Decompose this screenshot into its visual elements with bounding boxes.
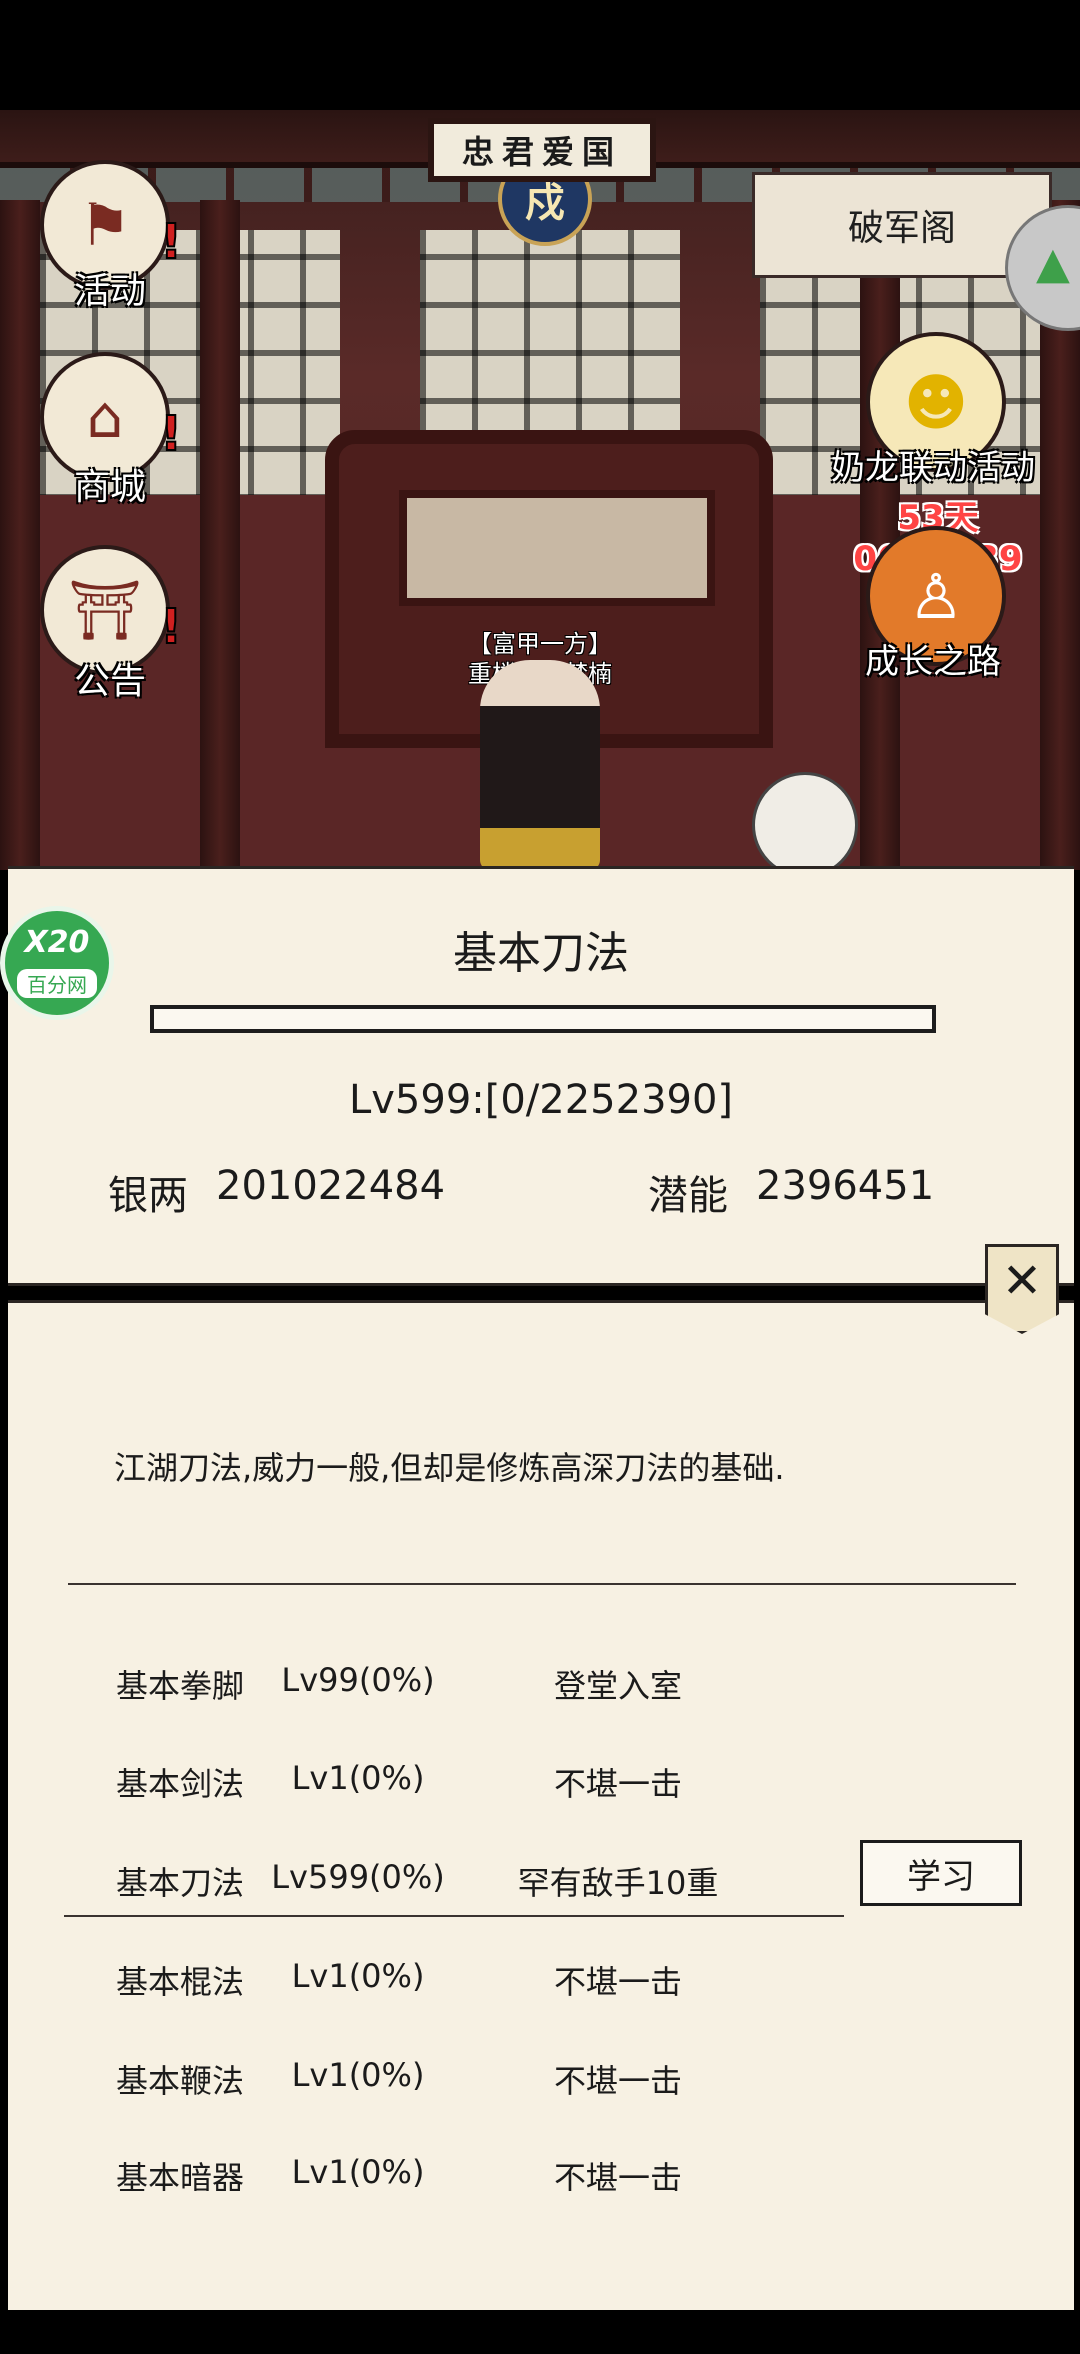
skill-level: Lv1(0%) <box>291 1957 425 1995</box>
skill-level: Lv1(0%) <box>291 1759 425 1797</box>
skill-rank: 罕有敌手10重 <box>517 1864 719 1902</box>
skill-summary-panel: 基本刀法 Lv599:[0/2252390] 银两 201022484 潜能 2… <box>8 866 1074 1286</box>
badge-top-text: X20 <box>24 925 90 960</box>
skill-level-text: Lv599:[0/2252390] <box>348 1077 734 1123</box>
skill-title: 基本刀法 <box>453 928 629 979</box>
skill-progress-bar <box>150 1005 936 1033</box>
close-icon: ✕ <box>1001 1253 1043 1309</box>
npc-character[interactable] <box>480 660 600 870</box>
skill-row[interactable]: 基本暗器 Lv1(0%) 不堪一击 <box>8 2153 1074 2191</box>
activity-label: 活动 <box>73 271 146 312</box>
skill-row-selected[interactable]: 基本刀法 Lv599(0%) 罕有敌手10重 学习 <box>8 1840 1074 1918</box>
alert-icon: ! <box>159 598 183 656</box>
skill-rank: 不堪一击 <box>553 1963 682 2001</box>
system-nav-bar <box>0 2310 1080 2354</box>
notice-board-icon: ⛩ <box>68 575 142 644</box>
selected-row-underline <box>64 1915 844 1917</box>
potential-label: 潜能 <box>648 1173 728 1219</box>
skill-name: 基本鞭法 <box>116 2062 245 2100</box>
silver-value: 201022484 <box>216 1163 446 1209</box>
skill-rank: 登堂入室 <box>553 1667 682 1705</box>
player-character[interactable] <box>752 772 858 878</box>
android-icon: ▲ <box>1036 238 1070 289</box>
notice-label: 公告 <box>73 661 146 702</box>
divider <box>68 1583 1016 1585</box>
learn-button[interactable]: 学习 <box>860 1840 1022 1906</box>
skill-row[interactable]: 基本棍法 Lv1(0%) 不堪一击 <box>8 1957 1074 2017</box>
shop-icon: ⌂ <box>86 383 124 451</box>
skill-level: Lv99(0%) <box>281 1661 435 1699</box>
growth-label: 成长之路 <box>865 642 1001 682</box>
pillar-left <box>0 200 40 870</box>
event-label: 奶龙联动活动 <box>831 448 1035 488</box>
growth-figure-icon: ♙ <box>908 559 964 633</box>
skill-description: 江湖刀法,威力一般,但却是修炼高深刀法的基础. <box>114 1449 785 1487</box>
skill-row[interactable]: 基本鞭法 Lv1(0%) 不堪一击 <box>8 2056 1074 2116</box>
shop-label: 商城 <box>73 467 146 508</box>
skill-rank: 不堪一击 <box>553 2159 682 2191</box>
hall-plaque: 忠君爱国 <box>428 118 656 182</box>
cabinet-plate <box>399 490 715 606</box>
silver-label: 银两 <box>108 1173 188 1219</box>
skill-row[interactable]: 基本剑法 Lv1(0%) 不堪一击 <box>8 1759 1074 1819</box>
skill-name: 基本刀法 <box>116 1864 245 1902</box>
badge-bottom-text: 百分网 <box>17 969 97 998</box>
skill-level: Lv599(0%) <box>271 1858 445 1896</box>
skill-name: 基本棍法 <box>116 1963 245 2001</box>
x20-badge[interactable]: X20 百分网 <box>0 906 114 1020</box>
pillar-2 <box>200 200 240 870</box>
skill-level: Lv1(0%) <box>291 2153 425 2191</box>
flag-icon: ⚑ <box>79 191 131 259</box>
skill-name: 基本拳脚 <box>116 1667 245 1705</box>
milk-dragon-icon: ☻ <box>903 365 969 439</box>
skill-row[interactable]: 基本拳脚 Lv99(0%) 登堂入室 <box>8 1661 1074 1721</box>
potential-value: 2396451 <box>756 1163 935 1209</box>
alert-icon: ! <box>159 405 183 463</box>
skill-name: 基本暗器 <box>116 2159 245 2191</box>
skill-name: 基本剑法 <box>116 1765 245 1803</box>
skill-rank: 不堪一击 <box>553 1765 682 1803</box>
skill-detail-panel: 江湖刀法,威力一般,但却是修炼高深刀法的基础. 基本拳脚 Lv99(0%) 登堂… <box>8 1300 1074 2354</box>
skill-level: Lv1(0%) <box>291 2056 425 2094</box>
skill-rank: 不堪一击 <box>553 2062 682 2100</box>
